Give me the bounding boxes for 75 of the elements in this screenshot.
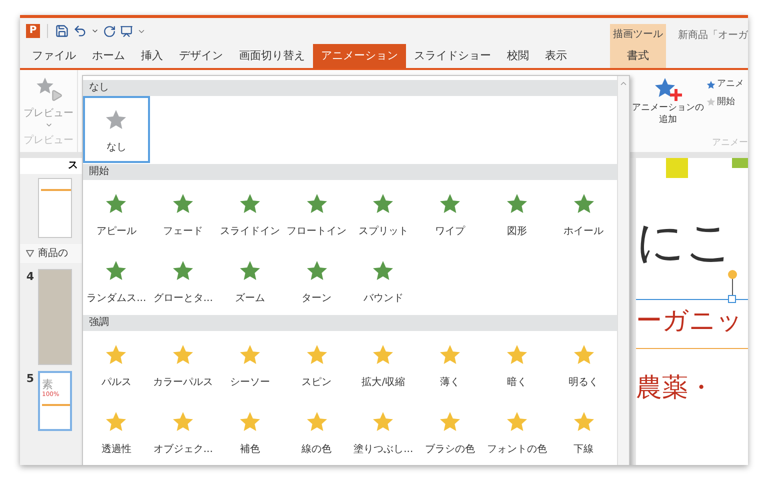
save-icon[interactable] [55,24,69,38]
animation-option[interactable]: 拡大/収縮 [350,331,417,398]
pane-header: ス [20,158,82,174]
contextual-group-title: 描画ツール [613,28,664,42]
animation-option[interactable]: シーソー [216,331,284,398]
slide-subtitle: ーガニッ [636,308,744,334]
slide-title: にこ [636,218,735,266]
animation-option[interactable]: なし [83,96,150,163]
ribbon-command[interactable]: 開始 [706,96,744,109]
window-title: 新商品「オーガ [678,28,748,43]
animation-option[interactable]: ホイール [550,180,618,247]
animation-option[interactable]: カラーパルス [150,331,216,398]
animation-option[interactable]: 補色 [216,398,284,465]
star-icon [34,76,54,96]
ribbon-tab[interactable]: スライドショー [406,44,499,68]
ribbon-tab[interactable]: 表示 [537,44,575,68]
slide-thumbnail[interactable] [38,178,72,238]
gallery-section-header: 開始 [83,164,618,180]
animation-option[interactable]: 線の色 [283,398,350,465]
animation-option[interactable]: フェード [150,180,216,247]
animation-option[interactable]: フロートイン [283,180,350,247]
animation-option[interactable]: スプリット [350,180,417,247]
animation-option[interactable]: 塗りつぶし... [350,398,417,465]
ribbon-tab[interactable]: アニメーション [313,44,406,68]
animation-option[interactable]: フォントの色 [484,398,550,465]
slide-number: 5 [25,371,34,387]
animation-option[interactable]: オブジェク... [150,398,216,465]
scrollbar[interactable] [617,76,629,465]
animation-option[interactable]: スライドイン [216,180,284,247]
add-animation-button[interactable]: アニメーションの 追加 [630,76,706,136]
animation-option[interactable]: グローとタ... [150,247,216,314]
star-icon [706,80,716,90]
gallery-section-header: 強調 [83,315,618,331]
animation-option[interactable]: パルス [83,331,150,398]
animation-option[interactable]: ズーム [216,247,284,314]
play-icon [50,89,62,102]
animation-option[interactable]: 明るく [550,331,618,398]
star-plus-icon [653,76,683,102]
caret-icon [44,121,52,129]
animation-option[interactable]: 暗く [484,331,550,398]
ribbon-tab[interactable]: デザイン [171,44,231,68]
thumbnail-title: 素 [42,379,54,390]
slideshow-icon[interactable] [120,24,133,38]
group-label: アニメー [711,136,748,150]
animation-option[interactable]: アピール [83,180,150,247]
undo-icon[interactable] [73,24,87,38]
slide-text: 農薬・ [636,375,715,401]
ribbon-command[interactable]: アニメ [706,78,744,92]
animation-option[interactable]: 透過性 [83,398,150,465]
animation-option[interactable]: バウンド [350,247,417,314]
gallery-section-header: なし [83,80,618,96]
animation-option[interactable]: 図形 [484,180,550,247]
ribbon-tab[interactable]: 画面切り替え [231,44,313,68]
animation-option[interactable]: 薄く [416,331,484,398]
star-icon [706,97,716,108]
animation-option[interactable]: ターン [283,247,350,314]
rotation-handle [728,270,737,279]
redo-icon[interactable] [103,24,116,38]
app-logo[interactable]: P [26,24,40,38]
decor-bar [666,158,688,178]
ribbon-tab[interactable]: 挿入 [133,44,171,68]
animation-option[interactable]: ランダムス... [83,247,150,314]
ribbon-tab[interactable]: 書式 [619,44,658,68]
animation-option[interactable]: ワイプ [416,180,484,247]
collapse-triangle-icon [26,250,34,257]
ribbon-tab[interactable]: ホーム [84,44,133,68]
caret-icon[interactable] [91,27,99,35]
animation-option[interactable]: スピン [283,331,350,398]
group-label: プレビュー [24,134,74,148]
animation-option[interactable]: 下線 [550,398,618,465]
decor-bar [732,158,748,168]
ribbon-tab[interactable]: 校閲 [499,44,537,68]
animation-option[interactable]: ブラシの色 [416,398,484,465]
slide-number: 4 [25,269,34,285]
ribbon-tab[interactable]: ファイル [24,44,84,68]
